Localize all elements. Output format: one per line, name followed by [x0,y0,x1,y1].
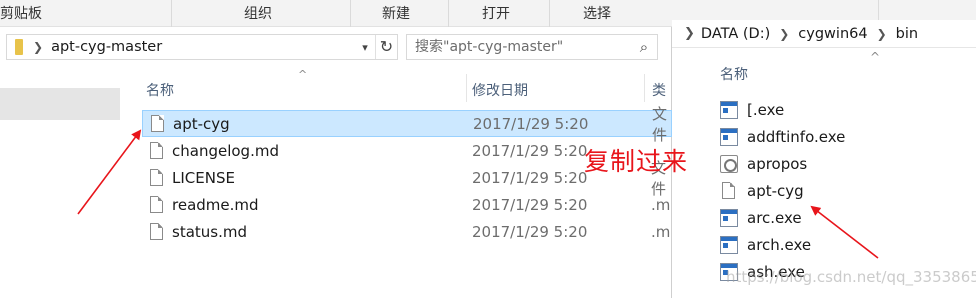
ribbon-group-clipboard[interactable]: 剪贴板 [0,3,42,23]
file-date: 2017/1/29 5:20 [472,195,588,214]
ribbon-group-organize[interactable]: 组织 [244,3,272,23]
column-header-date[interactable]: 修改日期 [472,80,528,100]
column-header-type[interactable]: 类 [652,80,666,100]
list-item[interactable]: addftinfo.exe [720,123,845,150]
chevron-right-icon[interactable]: ❯ [779,27,789,41]
navigation-pane[interactable] [0,68,120,298]
explorer-window-apt-cyg-master: 剪贴板 组织 新建 打开 选择 ❯ apt-cyg-master ▾ ↻ ⌕ ^… [0,0,672,298]
file-name: arch.exe [747,235,812,254]
file-name: apt-cyg [747,181,804,200]
annotation-copy-over: 复制过来 [584,147,689,176]
file-name: readme.md [172,195,259,214]
ribbon-group-select[interactable]: 选择 [583,3,611,23]
breadcrumb-drive[interactable]: DATA (D:) [701,26,770,42]
list-item[interactable]: arc.exe [720,204,845,231]
exe-icon [720,208,738,227]
file-name: status.md [172,222,247,241]
ribbon-group-open[interactable]: 打开 [482,3,510,23]
breadcrumb-bin[interactable]: bin [896,26,918,42]
file-name: LICENSE [172,168,235,187]
ribbon-group-new[interactable]: 新建 [382,3,410,23]
table-row[interactable]: readme.md 2017/1/29 5:20 .m [142,191,672,218]
ribbon-divider [549,0,550,27]
sort-up-icon: ^ [870,50,881,64]
ribbon-divider [350,0,351,27]
list-item[interactable]: apropos [720,150,845,177]
file-icon [151,115,164,132]
search-icon[interactable]: ⌕ [631,38,657,56]
search-input[interactable] [415,36,631,58]
exe-icon [720,127,738,146]
file-icon [150,169,163,186]
ribbon-divider [448,0,449,27]
file-icon [150,196,163,213]
ribbon-strip-right [672,0,976,20]
column-header-name[interactable]: 名称 [146,80,174,100]
ribbon-divider [878,0,879,20]
file-icon [150,142,163,159]
chevron-right-icon[interactable]: ❯ [684,26,695,41]
file-icon [722,182,735,199]
file-name: changelog.md [172,141,279,160]
column-divider[interactable] [644,74,645,102]
address-path[interactable]: apt-cyg-master [51,39,355,55]
explorer-window-bin: ❯ DATA (D:) ❯ cygwin64 ❯ bin ^ 名称 [.exe … [672,0,976,298]
table-row[interactable]: apt-cyg 2017/1/29 5:20 文件 [142,105,672,144]
exe-icon [720,100,738,119]
watermark: https://blog.csdn.net/qq_33538651 [726,268,976,286]
address-bar[interactable]: ❯ apt-cyg-master ▾ ↻ [6,34,398,60]
file-date: 2017/1/29 5:20 [472,168,588,187]
file-name: apropos [747,154,808,173]
list-item[interactable]: [.exe [720,96,845,123]
column-header-name[interactable]: 名称 [720,64,748,84]
file-name: apt-cyg [173,114,230,133]
nav-selected-item[interactable] [0,88,120,120]
chevron-down-icon[interactable]: ▾ [355,41,375,54]
table-row[interactable]: status.md 2017/1/29 5:20 .m [142,218,672,245]
ribbon-divider [171,0,172,27]
column-divider[interactable] [466,74,467,102]
file-date: 2017/1/29 5:20 [472,141,588,160]
exe-icon [720,235,738,254]
file-name: arc.exe [747,208,802,227]
file-icon [150,223,163,240]
file-date: 2017/1/29 5:20 [473,114,589,133]
list-item[interactable]: apt-cyg [720,177,845,204]
file-date: 2017/1/29 5:20 [472,222,588,241]
breadcrumb-cygwin64[interactable]: cygwin64 [798,26,867,42]
refresh-icon[interactable]: ↻ [375,35,397,59]
search-box[interactable]: ⌕ [406,34,658,60]
chevron-right-icon[interactable]: ❯ [877,27,887,41]
chevron-right-icon[interactable]: ❯ [33,40,43,54]
file-type: .m [651,222,671,241]
file-list: [.exe addftinfo.exe apropos apt-cyg arc.… [720,96,845,285]
sort-up-icon: ^ [298,68,308,81]
gear-file-icon [720,154,738,173]
ribbon: 剪贴板 组织 新建 打开 选择 [0,0,672,27]
column-headers: ^ 名称 修改日期 类 [136,68,672,102]
file-name: addftinfo.exe [747,127,846,146]
list-item[interactable]: arch.exe [720,231,845,258]
breadcrumb[interactable]: ❯ DATA (D:) ❯ cygwin64 ❯ bin [672,20,976,48]
file-type: .m [651,195,671,214]
folder-icon [15,39,23,55]
file-name: [.exe [747,100,785,119]
